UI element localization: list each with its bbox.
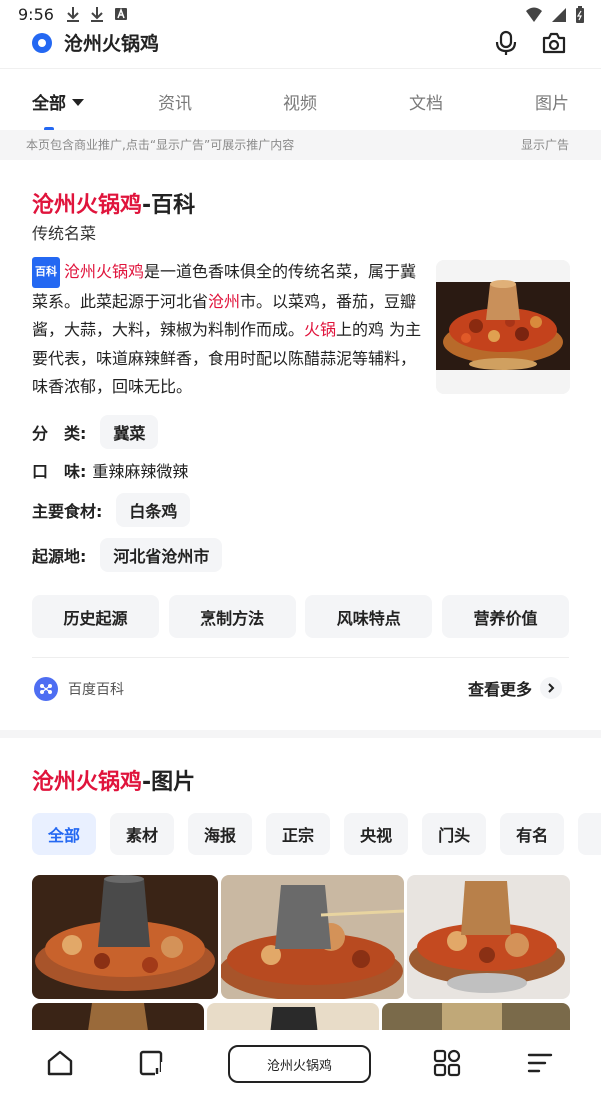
search-bar[interactable]: 沧州火锅鸡 [0, 26, 601, 66]
topic-buttons: 历史起源 烹制方法 风味特点 营养价值 [32, 595, 569, 638]
filter-chip-poster[interactable]: 海报 [188, 813, 253, 855]
filter-chip-storefront[interactable]: 门头 [422, 813, 487, 855]
source-name[interactable]: 百度百科 [68, 679, 124, 699]
filter-chip-material[interactable]: 素材 [110, 813, 175, 855]
caret-down-icon [72, 99, 84, 106]
view-more-link[interactable]: 查看更多 [468, 676, 563, 700]
camera-icon[interactable] [542, 32, 566, 54]
image-result[interactable] [32, 875, 218, 999]
section-gap [0, 730, 601, 738]
filter-chip-famous[interactable]: 有名 [500, 813, 565, 855]
category-tabs: 全部 资讯 视频 文档 图片 [0, 68, 601, 131]
apps-grid-icon[interactable] [432, 1048, 462, 1078]
info-taste: 口 味: 重辣麻辣微辣 [32, 462, 189, 481]
category-chip[interactable]: 冀菜 [100, 415, 159, 449]
download-icon [91, 7, 103, 22]
baike-thumbnail[interactable] [436, 260, 570, 394]
tab-docs[interactable]: 文档 [409, 89, 443, 114]
baike-source-logo-icon [34, 677, 58, 701]
menu-icon[interactable] [525, 1048, 555, 1078]
microphone-icon[interactable] [494, 30, 518, 56]
battery-icon [576, 6, 584, 23]
flavor-button[interactable]: 风味特点 [305, 595, 433, 638]
filter-chip-authentic[interactable]: 正宗 [266, 813, 331, 855]
origin-chip[interactable]: 河北省沧州市 [100, 538, 223, 572]
ad-notice-text: 本页包含商业推广,点击“显示广告”可展示推广内容 [26, 138, 295, 152]
search-input[interactable]: 沧州火锅鸡 [64, 29, 159, 56]
filter-chip-cctv[interactable]: 央视 [344, 813, 409, 855]
baike-subtitle: 传统名菜 [32, 224, 97, 243]
baidu-logo-icon [32, 33, 52, 53]
bottom-navigation-bar: 沧州火锅鸡 [0, 1030, 601, 1102]
keyboard-a-icon [115, 7, 127, 20]
info-ingredient: 主要食材: 白条鸡 [32, 493, 191, 527]
history-button[interactable]: 历史起源 [32, 595, 159, 638]
home-icon[interactable] [45, 1048, 75, 1078]
baike-badge: 百科 [32, 257, 60, 288]
image-section-title[interactable]: 沧州火锅鸡-图片 [32, 764, 195, 796]
ingredient-chip[interactable]: 白条鸡 [116, 493, 191, 527]
baike-description[interactable]: 百科 沧州火锅鸡是一道色香味俱全的传统名菜，属于冀菜系。此菜起源于河北省沧州市。以… [32, 257, 422, 402]
chevron-right-icon [540, 677, 563, 699]
image-result[interactable] [407, 875, 570, 999]
image-result[interactable] [221, 875, 404, 999]
filter-chip-more[interactable] [578, 813, 601, 855]
image-grid [32, 875, 570, 1045]
divider [32, 657, 569, 658]
tab-news[interactable]: 资讯 [158, 89, 192, 114]
bottom-search-box[interactable]: 沧州火锅鸡 [228, 1045, 371, 1083]
baike-title[interactable]: 沧州火锅鸡-百科 [32, 187, 195, 219]
status-time: 9:56 [18, 5, 54, 24]
tab-video[interactable]: 视频 [283, 89, 317, 114]
tabs-icon[interactable] [137, 1048, 167, 1078]
cooking-method-button[interactable]: 烹制方法 [168, 595, 296, 638]
info-origin: 起源地: 河北省沧州市 [32, 538, 223, 572]
baike-card: 沧州火锅鸡-百科 传统名菜 百科 沧州火锅鸡是一道色香味俱全的传统名菜，属于冀菜系… [0, 160, 601, 730]
image-card: 沧州火锅鸡-图片 全部 素材 海报 正宗 央视 门头 有名 [0, 738, 601, 1045]
download-icon [67, 7, 79, 22]
ad-notice-bar: 本页包含商业推广,点击“显示广告”可展示推广内容 显示广告 [0, 130, 601, 160]
tab-images[interactable]: 图片 [535, 89, 569, 114]
wifi-icon [526, 7, 542, 22]
hotpot-image [436, 260, 570, 394]
tab-all[interactable]: 全部 [32, 89, 84, 114]
nutrition-button[interactable]: 营养价值 [441, 595, 569, 638]
filter-chip-all[interactable]: 全部 [32, 813, 97, 855]
show-ads-link[interactable]: 显示广告 [521, 136, 569, 153]
info-category: 分 类: 冀菜 [32, 415, 159, 449]
signal-icon [552, 8, 566, 22]
image-filter-chips: 全部 素材 海报 正宗 央视 门头 有名 [32, 813, 601, 857]
